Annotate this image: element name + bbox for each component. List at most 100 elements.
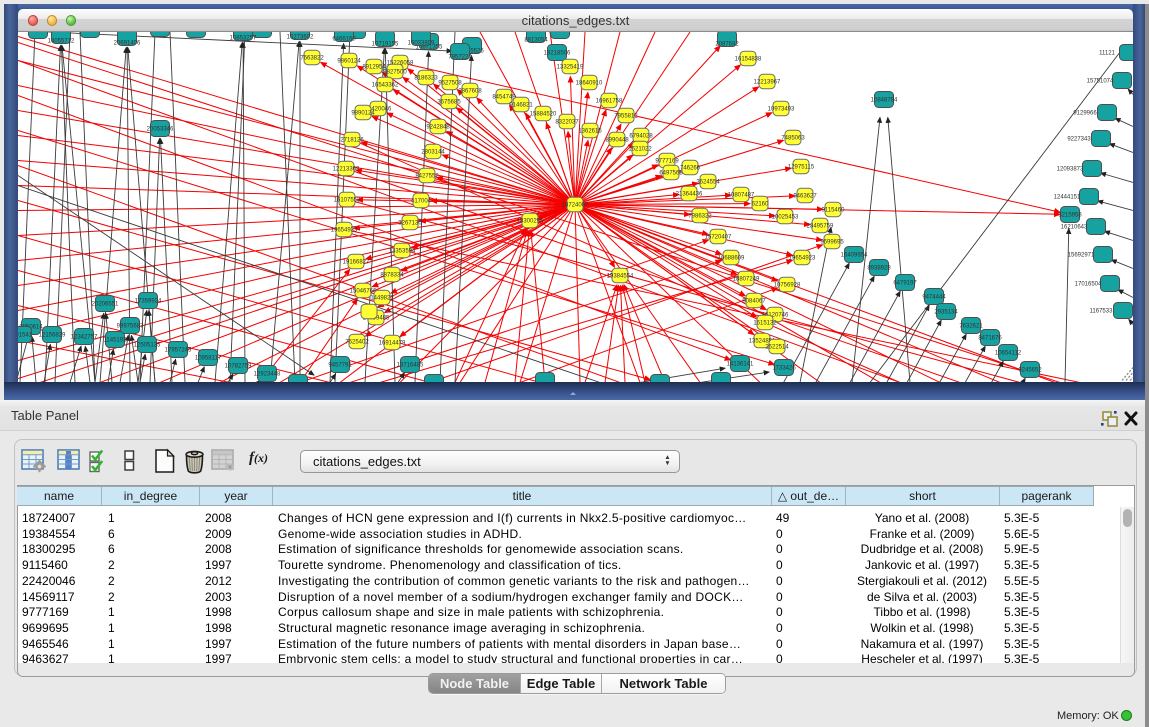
svg-text:15692971: 15692971: [1068, 252, 1095, 258]
svg-text:10654112: 10654112: [995, 350, 1022, 356]
svg-text:19654933: 19654933: [331, 227, 358, 233]
svg-text:16543362: 16543362: [372, 82, 399, 88]
svg-text:1167533: 1167533: [1090, 308, 1114, 314]
svg-text:7632621: 7632621: [959, 323, 983, 329]
svg-text:6479197: 6479197: [893, 280, 917, 286]
svg-text:10973493: 10973493: [768, 106, 795, 112]
svg-text:3624554: 3624554: [696, 179, 720, 185]
svg-text:7957224: 7957224: [448, 54, 472, 60]
svg-text:8990448: 8990448: [605, 137, 629, 143]
svg-text:14055712: 14055712: [48, 38, 75, 44]
svg-text:19166827: 19166827: [343, 259, 370, 265]
svg-text:9227343: 9227343: [1067, 136, 1091, 142]
svg-text:2935134: 2935134: [934, 309, 958, 315]
svg-text:20691406: 20691406: [114, 40, 141, 46]
svg-text:16961758: 16961758: [596, 98, 623, 104]
svg-text:16210643: 16210643: [1061, 224, 1088, 230]
svg-text:10848784: 10848784: [871, 97, 898, 103]
svg-text:13325419: 13325419: [557, 64, 584, 70]
svg-text:8186323: 8186323: [414, 75, 438, 81]
svg-text:2087682: 2087682: [715, 41, 739, 47]
svg-text:12923448: 12923448: [254, 371, 281, 377]
svg-text:3215958: 3215958: [1058, 212, 1082, 218]
svg-text:1733426: 1733426: [772, 365, 796, 371]
svg-text:9527508: 9527508: [438, 80, 462, 86]
svg-text:19218506: 19218506: [544, 50, 571, 56]
svg-text:20053346: 20053346: [147, 126, 174, 132]
svg-text:8322037: 8322037: [555, 119, 579, 125]
svg-text:15751074: 15751074: [1087, 78, 1114, 84]
svg-text:13353594: 13353594: [389, 248, 416, 254]
svg-text:16154838: 16154838: [735, 56, 762, 62]
svg-text:16107553: 16107553: [334, 197, 361, 203]
svg-text:19384554: 19384554: [607, 273, 634, 279]
svg-text:16914479: 16914479: [379, 340, 406, 346]
svg-text:10025453: 10025453: [772, 214, 799, 220]
svg-text:9242848: 9242848: [426, 124, 450, 130]
svg-text:746266: 746266: [680, 165, 701, 171]
svg-text:8813054: 8813054: [524, 37, 548, 43]
svg-text:9084067: 9084067: [742, 298, 766, 304]
svg-text:17359924: 17359924: [135, 298, 162, 304]
svg-text:62160: 62160: [752, 201, 769, 207]
svg-text:10756928: 10756928: [774, 282, 801, 288]
svg-text:15273602: 15273602: [287, 34, 314, 40]
svg-text:16409954: 16409954: [841, 252, 868, 258]
svg-text:391541: 391541: [18, 332, 33, 338]
svg-text:6794028: 6794028: [629, 133, 653, 139]
svg-text:7485063: 7485063: [781, 135, 805, 141]
svg-text:13716485: 13716485: [397, 362, 424, 368]
svg-text:21364436: 21364436: [676, 191, 703, 197]
svg-text:12213967: 12213967: [754, 79, 781, 85]
svg-text:9827500: 9827500: [383, 69, 407, 75]
svg-text:9699695: 9699695: [820, 239, 844, 245]
svg-text:1362615: 1362615: [578, 128, 602, 134]
svg-text:10719155: 10719155: [372, 41, 399, 47]
svg-text:14136141: 14136141: [727, 361, 754, 367]
svg-text:9457791: 9457791: [328, 362, 352, 368]
svg-text:99975687: 99975687: [117, 323, 144, 329]
svg-text:8471676: 8471676: [978, 335, 1002, 341]
svg-text:18807249: 18807249: [733, 276, 760, 282]
svg-text:7986322: 7986322: [688, 213, 712, 219]
svg-text:1449822: 1449822: [370, 295, 394, 301]
svg-text:12213369: 12213369: [333, 166, 360, 172]
svg-text:8878334: 8878334: [380, 272, 404, 278]
svg-text:1145193: 1145193: [104, 337, 128, 343]
svg-text:18724007: 18724007: [562, 202, 589, 208]
svg-text:2867608: 2867608: [458, 88, 482, 94]
svg-text:3675685: 3675685: [437, 99, 461, 105]
svg-text:15720407: 15720407: [705, 234, 732, 240]
svg-text:7955812: 7955812: [614, 113, 638, 119]
svg-text:10782759: 10782759: [225, 363, 252, 369]
svg-text:9115460: 9115460: [822, 207, 846, 213]
svg-text:6466160: 6466160: [332, 36, 356, 42]
svg-text:15884520: 15884520: [530, 111, 557, 117]
svg-text:10853257: 10853257: [230, 35, 257, 41]
svg-text:28495759: 28495759: [807, 223, 834, 229]
svg-text:9474444: 9474444: [922, 294, 946, 300]
svg-text:9890124: 9890124: [351, 110, 375, 116]
svg-text:12156829: 12156829: [39, 332, 66, 338]
svg-text:8427552: 8427552: [415, 173, 439, 179]
svg-text:15046766: 15046766: [350, 288, 377, 294]
svg-text:17957245: 17957245: [165, 347, 192, 353]
svg-text:417004: 417004: [411, 198, 432, 204]
svg-text:10688609: 10688609: [718, 255, 745, 261]
svg-text:9245652: 9245652: [1018, 367, 1042, 373]
svg-text:12342757: 12342757: [71, 334, 98, 340]
svg-text:1621022: 1621022: [628, 146, 652, 152]
svg-text:3267130: 3267130: [398, 220, 422, 226]
svg-text:10807487: 10807487: [728, 192, 755, 198]
svg-text:7625402: 7625402: [345, 339, 369, 345]
svg-text:18300295: 18300295: [517, 218, 544, 224]
svg-text:12444151: 12444151: [1054, 194, 1081, 200]
svg-text:16033809: 16033809: [408, 40, 435, 46]
svg-text:7663822: 7663822: [300, 55, 324, 61]
svg-text:9860124: 9860124: [337, 58, 361, 64]
svg-text:12505135: 12505135: [134, 342, 161, 348]
svg-text:10958117: 10958117: [195, 355, 222, 361]
svg-text:9146821: 9146821: [509, 102, 533, 108]
svg-text:20206551: 20206551: [92, 301, 119, 307]
svg-text:1615132: 1615132: [753, 320, 777, 326]
